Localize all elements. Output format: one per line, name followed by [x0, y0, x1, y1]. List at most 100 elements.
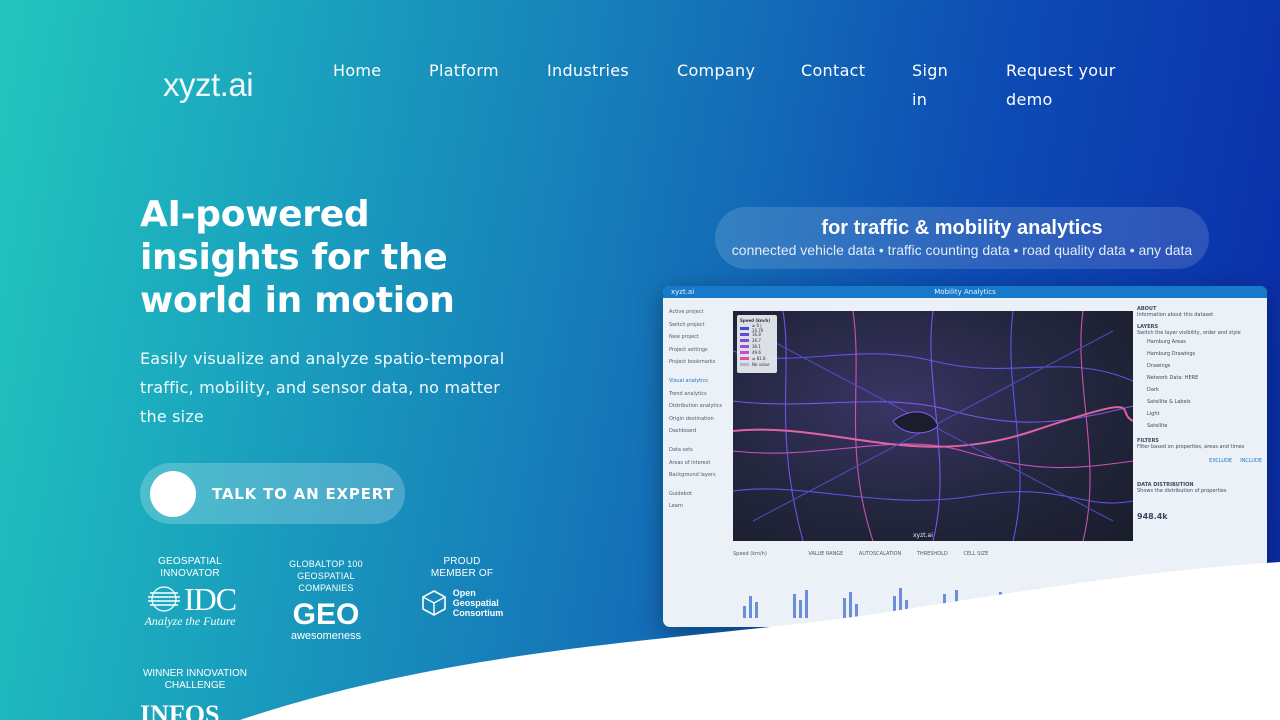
legend-swatch	[740, 362, 749, 366]
nav-demo-line2: demo	[1006, 90, 1053, 109]
nav-home[interactable]: Home	[333, 56, 381, 85]
sidebar-item: Data sets	[669, 446, 693, 453]
about-sub: Information about this dataset	[1137, 312, 1214, 318]
legend-label: 26.7	[752, 337, 761, 343]
nav-request-demo[interactable]: Request your demo	[1006, 56, 1116, 114]
talk-to-expert-button[interactable]: TALK TO AN EXPERT	[140, 463, 405, 524]
sidebar-item: Switch project	[669, 321, 705, 328]
distribution-sub: Shows the distribution of properties	[1137, 488, 1227, 494]
sidebar-item: Dashboard	[669, 428, 697, 435]
bottom-item: AUTOSCALATION	[858, 551, 902, 557]
sidebar-item: Guidebot	[669, 490, 692, 497]
map-credit: xyzt.ai	[913, 532, 933, 539]
geo-caption-1: GLOBALTOP 100	[289, 559, 363, 569]
main-nav: Home Platform Industries Company Contact…	[0, 56, 1280, 116]
nav-contact[interactable]: Contact	[801, 56, 865, 85]
sidebar-item: Project settings	[669, 346, 708, 353]
layer-item: Hamburg Drawings	[1147, 351, 1196, 357]
ogc-logo-line2: Geospatial	[452, 598, 499, 608]
tagline-sources: connected vehicle data • traffic countin…	[731, 242, 1193, 258]
nav-industries[interactable]: Industries	[547, 56, 629, 85]
map-view: Speed (km/h) ≥ 0 | 14.76 16.8 26.7 36.1 …	[733, 311, 1133, 541]
ogc-logo-line1: Open	[452, 588, 476, 598]
ogc-caption-2: MEMBER OF	[430, 568, 494, 579]
geo-caption-2: GEOSPATIAL COMPANIES	[297, 571, 355, 593]
hero-title: AI-powered insights for the world in mot…	[140, 194, 455, 321]
infos-caption-1: WINNER INNOVATION	[142, 668, 248, 679]
legend-swatch	[740, 356, 749, 360]
cta-label: TALK TO AN EXPERT	[212, 484, 395, 503]
layer-item: Dark	[1147, 387, 1159, 393]
infos-caption-2: CHALLENGE	[164, 680, 226, 691]
ogc-badge[interactable]: PROUD MEMBER OF Open Geospatial Consorti…	[412, 556, 512, 618]
ogc-logo-line3: Consortium	[452, 608, 504, 618]
idc-badge[interactable]: GEOSPATIAL INNOVATOR IDC Analyze the Fut…	[140, 556, 240, 629]
sidebar-item: Active project	[669, 309, 704, 315]
sidebar-item: Visual analytics	[669, 377, 708, 384]
map-legend: Speed (km/h) ≥ 0 | 14.76 16.8 26.7 36.1 …	[737, 315, 777, 373]
sidebar-item: Project bookmarks	[669, 359, 716, 366]
bottom-item: CELL SIZE	[963, 551, 989, 557]
app-sidebar: Active project Switch project New projec…	[669, 306, 731, 513]
sidebar-item: Trend analytics	[669, 390, 707, 397]
idc-tagline: Analyze the Future	[144, 614, 236, 628]
sidebar-item: Learn	[669, 503, 683, 510]
idc-caption-2: INNOVATOR	[160, 568, 220, 579]
legend-swatch	[740, 338, 749, 342]
nav-sign-in-line1: Sign	[912, 61, 949, 80]
geo-logo: GEO	[292, 598, 360, 631]
app-bottom-toolbar: Speed (km/h) VALUE RANGE AUTOSCALATION T…	[733, 548, 1133, 560]
nav-company[interactable]: Company	[677, 56, 755, 85]
legend-swatch	[740, 332, 749, 336]
road-network-graphic	[733, 311, 1133, 541]
legend-swatch	[740, 344, 749, 348]
legend-swatch	[740, 350, 749, 354]
legend-swatch	[740, 326, 749, 330]
nav-demo-line1: Request your	[1006, 61, 1116, 80]
timeline-histogram	[743, 588, 1058, 618]
legend-label: ≥ 81.8	[752, 355, 766, 361]
idc-logo: IDC	[183, 581, 237, 617]
ogc-caption-1: PROUD	[443, 556, 481, 567]
legend-label: 36.1	[752, 343, 761, 349]
nav-platform[interactable]: Platform	[429, 56, 499, 85]
tagline-pill: for traffic & mobility analytics connect…	[715, 207, 1209, 269]
distribution-metric: 948.4k	[1137, 512, 1168, 521]
layer-item: Satellite	[1147, 423, 1168, 429]
infos-badge[interactable]: WINNER INNOVATION CHALLENGE	[140, 668, 250, 692]
legend-label: No value	[752, 361, 770, 367]
infos-logo: INFOS	[140, 700, 220, 720]
geo-badge[interactable]: GLOBALTOP 100 GEOSPATIAL COMPANIES GEO a…	[272, 558, 380, 642]
bottom-item: Speed (km/h)	[733, 551, 767, 557]
layer-item: Network Data: HERE	[1147, 375, 1199, 381]
nav-sign-in-line2: in	[912, 90, 928, 109]
bottom-item: VALUE RANGE	[808, 551, 844, 557]
sidebar-item: Origin destination	[669, 415, 714, 422]
app-title: Mobility Analytics	[934, 288, 996, 296]
nav-sign-in[interactable]: Sign in	[912, 56, 948, 114]
hero-subtitle: Easily visualize and analyze spatio-temp…	[140, 349, 505, 426]
app-right-panel: ABOUT Information about this dataset LAY…	[1137, 300, 1262, 521]
geo-tagline: awesomeness	[290, 630, 362, 642]
layer-item: Satellite & Labels	[1147, 399, 1191, 405]
layer-item: Hamburg Areas	[1147, 339, 1186, 345]
globe-icon	[147, 586, 180, 612]
sidebar-item: New project	[669, 334, 699, 341]
layer-item: Drawings	[1147, 363, 1171, 369]
idc-caption-1: GEOSPATIAL	[158, 556, 222, 567]
include-button: INCLUDE	[1240, 458, 1262, 464]
filters-sub: Filter based on properties, areas and ti…	[1137, 444, 1245, 450]
sidebar-item: Distribution analytics	[669, 403, 723, 410]
legend-label: 49.6	[752, 349, 761, 355]
layer-item: Light	[1147, 411, 1160, 417]
exclude-button: EXCLUDE	[1209, 458, 1233, 464]
sidebar-item: Areas of interest	[669, 459, 711, 466]
bottom-item: THRESHOLD	[916, 551, 948, 557]
ogc-cube-icon	[421, 590, 446, 616]
sidebar-item: Background layers	[669, 472, 716, 479]
app-screenshot: xyzt.ai Mobility Analytics Active projec…	[663, 286, 1267, 627]
app-title-bar: xyzt.ai Mobility Analytics	[663, 286, 1267, 298]
tagline-headline: for traffic & mobility analytics	[821, 217, 1103, 239]
legend-label: 16.8	[752, 331, 761, 337]
cta-circle-icon	[150, 470, 196, 517]
